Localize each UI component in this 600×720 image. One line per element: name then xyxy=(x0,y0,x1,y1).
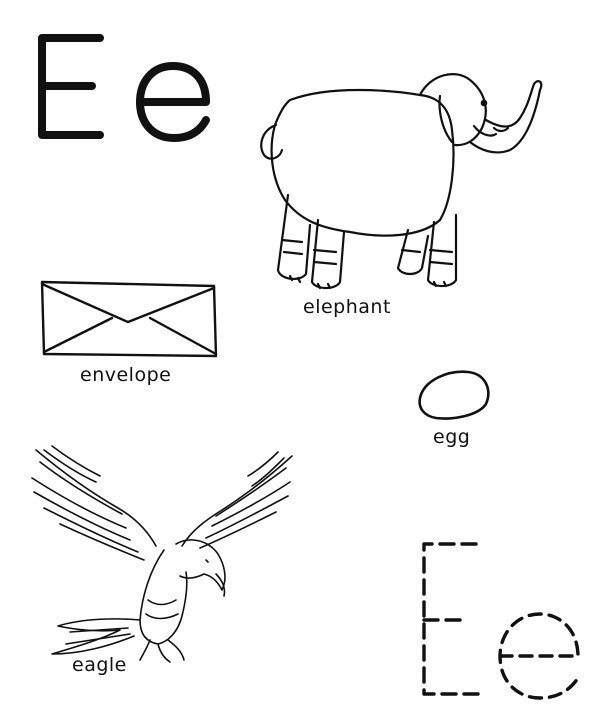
uppercase-e-letter xyxy=(38,34,104,139)
tracing-uppercase-e xyxy=(422,542,488,696)
alphabet-worksheet: elephant envelope egg eagle xyxy=(0,0,600,720)
egg-drawing xyxy=(418,370,490,420)
elephant-caption: elephant xyxy=(303,296,391,318)
envelope-drawing xyxy=(40,280,218,358)
letter-heading xyxy=(31,34,580,700)
tracing-lowercase-e xyxy=(498,612,580,700)
envelope-caption: envelope xyxy=(80,364,172,386)
eagle-caption: eagle xyxy=(72,654,127,676)
elephant-drawing xyxy=(260,73,543,290)
egg-caption: egg xyxy=(433,426,471,448)
lowercase-e-letter xyxy=(136,62,210,142)
eagle-drawing xyxy=(31,445,293,663)
